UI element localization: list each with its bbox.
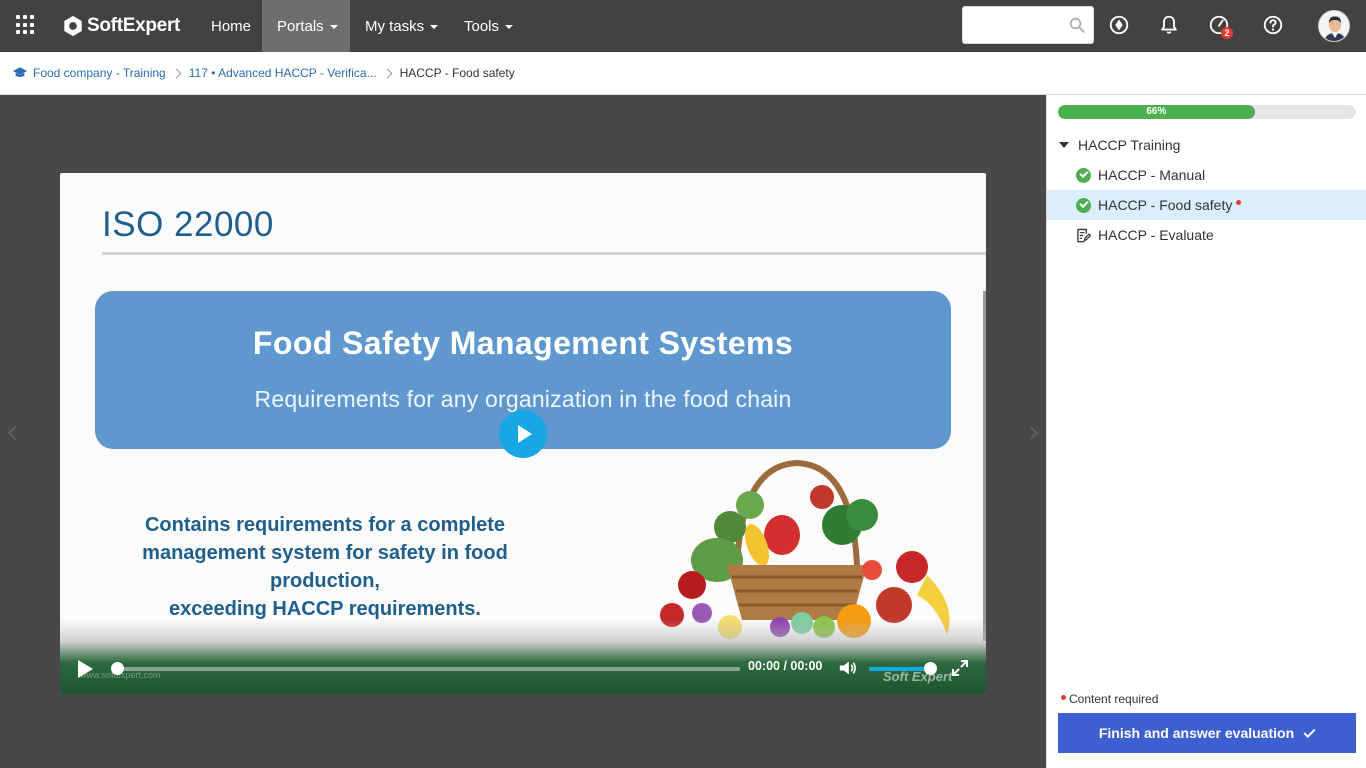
content-stage: ISO 22000 Food Safety Management Systems… [0,95,1046,768]
previous-arrow-icon[interactable] [7,425,23,441]
course-progress-bar: 66% [1058,105,1356,119]
nav-tools[interactable]: Tools [449,0,528,52]
evaluation-icon [1077,228,1091,242]
watermark-logo: Soft Expert [883,669,953,684]
nav-home-label: Home [211,17,252,35]
breadcrumb-item-current: HACCP - Food safety [399,66,515,80]
nav-portals[interactable]: Portals [262,0,350,52]
nav-tools-label: Tools [464,17,500,35]
check-circle-icon [1076,197,1091,213]
softexpert-logo-icon [64,15,82,37]
user-avatar-icon [1319,11,1349,41]
search-input[interactable] [963,7,1063,43]
time-display: 00:00 / 00:00 [748,659,823,673]
check-icon [1303,725,1316,738]
notification-badge: 2 [1221,27,1233,39]
nav-portals-label: Portals [277,17,324,35]
required-legend: Content required [1061,692,1158,706]
breadcrumb-item-course[interactable]: 117 • Advanced HACCP - Verifica... [189,66,377,80]
tree-item-food-safety[interactable]: HACCP - Food safety [1047,190,1366,220]
slide-body-text: Contains requirements for a complete man… [90,511,560,623]
tree-item-label: HACCP - Food safety [1098,197,1233,213]
breadcrumb-item-training[interactable]: Food company - Training [33,66,166,80]
slide-body-line-1: Contains requirements for a complete [144,514,506,536]
search-box [962,6,1094,44]
tree-item-evaluate[interactable]: HACCP - Evaluate [1047,220,1366,250]
breadcrumb: Food company - Training 117 • Advanced H… [0,52,1366,95]
tree-root-haccp-training[interactable]: HACCP Training [1059,137,1180,153]
tree-root-label: HACCP Training [1078,137,1181,153]
apps-grid-icon[interactable] [16,15,36,35]
compass-icon[interactable] [1108,14,1130,36]
next-arrow-icon[interactable] [1023,425,1039,441]
slide-body-line-2: management system for safety in food pro… [142,542,508,592]
required-indicator [1061,694,1066,700]
seek-bar[interactable] [111,662,740,675]
caret-down-icon[interactable] [1059,142,1069,148]
finish-button-label: Finish and answer evaluation [1098,725,1295,741]
required-legend-label: Content required [1069,692,1159,706]
player-controls: 00:00 / 00:00 [60,619,986,694]
slide-title: ISO 22000 [102,205,274,244]
graduation-cap-icon [12,67,28,77]
vegetable-basket-image [660,459,950,639]
nav-home[interactable]: Home [196,0,266,52]
top-bar: SoftExpert Home Portals My tasks Tools 2 [0,0,1366,52]
watermark-url: www.softexpert.com [80,670,161,680]
avatar[interactable] [1318,10,1350,42]
brand-name: SoftExpert [87,15,181,36]
help-icon[interactable] [1262,14,1284,36]
nav-my-tasks[interactable]: My tasks [350,0,453,52]
slide-edge-bar [983,291,986,641]
course-side-panel: 66% HACCP Training HACCP - Manual HACCP … [1046,95,1366,768]
chevron-down-icon [329,25,338,29]
volume-icon[interactable] [838,659,858,677]
chevron-right-icon [171,68,182,78]
slide-divider [102,252,986,255]
chevron-down-icon [505,25,514,29]
bell-icon[interactable] [1158,14,1180,36]
chevron-right-icon [382,68,393,78]
required-indicator [1236,199,1242,205]
video-player[interactable]: ISO 22000 Food Safety Management Systems… [60,173,986,694]
finish-evaluation-button[interactable]: Finish and answer evaluation [1058,713,1356,753]
course-progress-fill: 66% [1058,105,1255,119]
fullscreen-icon[interactable] [951,659,969,677]
brand-logo[interactable]: SoftExpert [62,13,180,39]
tree-item-manual[interactable]: HACCP - Manual [1047,160,1366,190]
tree-item-label: HACCP - Manual [1098,167,1206,183]
banner-heading: Food Safety Management Systems [252,325,794,361]
check-circle-icon [1076,167,1091,183]
play-overlay-button[interactable] [499,410,547,458]
nav-my-tasks-label: My tasks [365,17,425,35]
banner-subheading: Requirements for any organization in the… [254,386,792,412]
search-icon[interactable] [1068,16,1086,34]
chevron-down-icon [430,25,439,29]
tree-item-label: HACCP - Evaluate [1098,227,1214,243]
